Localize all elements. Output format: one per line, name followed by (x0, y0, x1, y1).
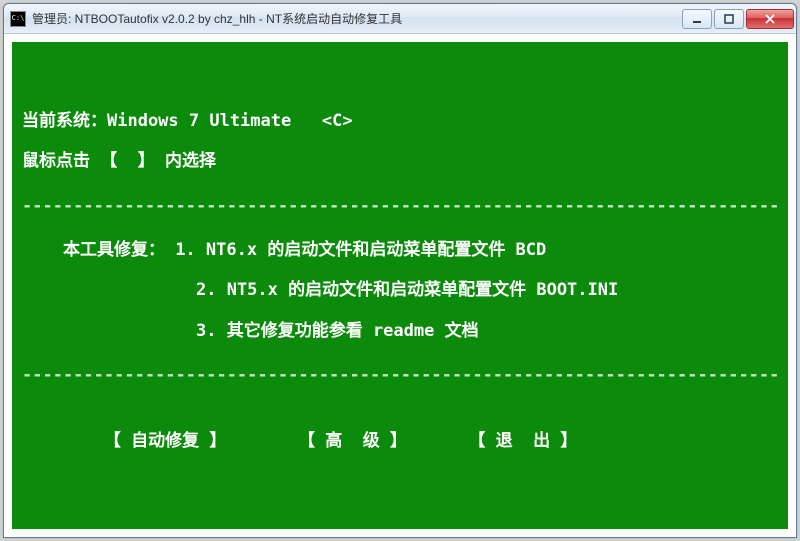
separator-top: ----------------------------------------… (22, 193, 778, 219)
close-button[interactable] (746, 9, 794, 29)
window-controls (682, 9, 794, 29)
console-area: 当前系统：Windows 7 Ultimate <C> 鼠标点击 【 】 内选择… (12, 42, 788, 529)
window-title: 管理员: NTBOOTautofix v2.0.2 by chz_hlh - N… (32, 10, 682, 27)
fix-line-1: 本工具修复： 1. NT6.x 的启动文件和启动菜单配置文件 BCD (22, 237, 778, 263)
minimize-button[interactable] (682, 9, 712, 29)
auto-fix-button[interactable]: 【 自动修复 】 (104, 431, 226, 451)
current-system-line: 当前系统：Windows 7 Ultimate <C> (22, 108, 778, 134)
advanced-button[interactable]: 【 高 级 】 (298, 431, 407, 451)
click-hint: 鼠标点击 【 】 内选择 (22, 148, 778, 174)
exit-button[interactable]: 【 退 出 】 (468, 431, 577, 451)
maximize-button[interactable] (714, 9, 744, 29)
menu-row: 【 自动修复 】 【 高 级 】 【 退 出 】 (22, 428, 778, 454)
titlebar[interactable]: C:\ 管理员: NTBOOTautofix v2.0.2 by chz_hlh… (4, 4, 796, 34)
console-icon: C:\ (10, 11, 26, 27)
separator-bottom: ----------------------------------------… (22, 362, 778, 388)
fix-line-3: 3. 其它修复功能参看 readme 文档 (22, 318, 778, 344)
current-system-value: Windows 7 Ultimate <C> (107, 111, 353, 131)
app-window: C:\ 管理员: NTBOOTautofix v2.0.2 by chz_hlh… (3, 3, 797, 538)
fix-line-2: 2. NT5.x 的启动文件和启动菜单配置文件 BOOT.INI (22, 277, 778, 303)
current-system-label: 当前系统： (22, 111, 107, 131)
